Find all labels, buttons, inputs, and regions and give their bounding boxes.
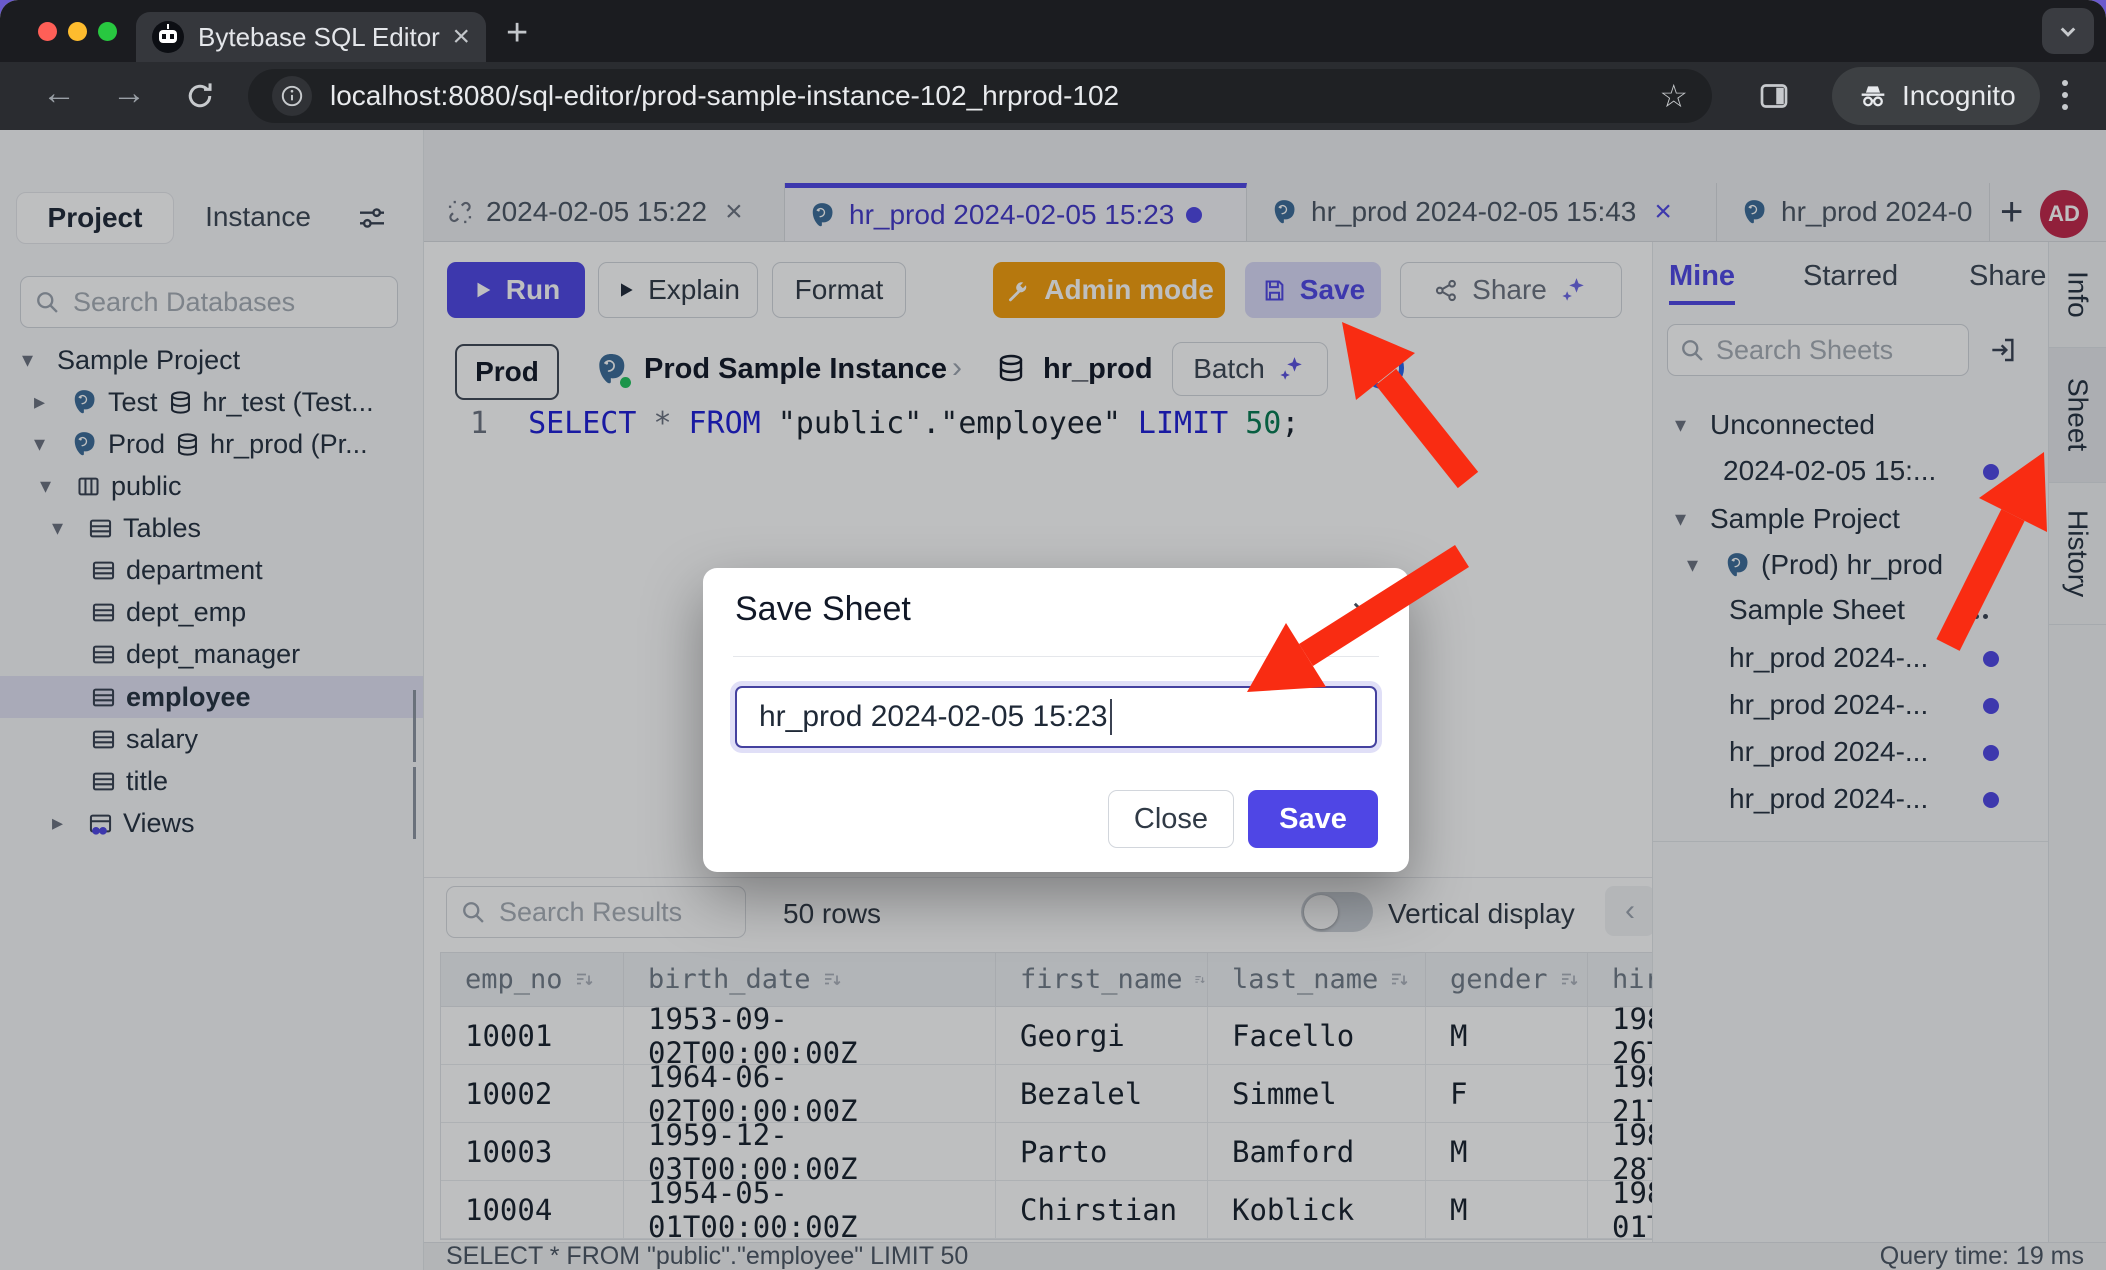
side-panel-icon[interactable] — [1756, 78, 1792, 114]
dialog-title: Save Sheet — [735, 590, 911, 629]
text-cursor — [1110, 699, 1112, 735]
window-close-button[interactable] — [38, 22, 57, 41]
app-window: Bytebase SQL Editor × + ← → localhost:80… — [0, 0, 2106, 1270]
dialog-close-button[interactable]: Close — [1108, 790, 1234, 848]
save-sheet-dialog: Save Sheet × hr_prod 2024-02-05 15:23 Cl… — [703, 568, 1409, 872]
back-button[interactable]: ← — [42, 74, 76, 113]
browser-menu-button[interactable] — [2062, 80, 2068, 116]
chevron-down-icon — [2053, 16, 2083, 46]
forward-button[interactable]: → — [112, 74, 146, 113]
sheet-name-input[interactable]: hr_prod 2024-02-05 15:23 — [735, 686, 1377, 748]
new-tab-button[interactable]: + — [506, 12, 528, 55]
incognito-badge: Incognito — [1832, 67, 2040, 125]
tab-search-chevron-button[interactable] — [2042, 8, 2094, 54]
tab-close-icon[interactable]: × — [452, 20, 470, 54]
window-minimize-button[interactable] — [68, 22, 87, 41]
dialog-divider — [733, 656, 1379, 657]
browser-tab-title: Bytebase SQL Editor — [198, 22, 452, 53]
window-zoom-button[interactable] — [98, 22, 117, 41]
site-info-icon[interactable] — [272, 76, 312, 116]
dialog-save-button[interactable]: Save — [1248, 790, 1378, 848]
bookmark-star-icon[interactable]: ☆ — [1659, 77, 1688, 115]
reload-button[interactable] — [182, 78, 218, 114]
incognito-label: Incognito — [1902, 80, 2016, 112]
bytebase-favicon-icon — [152, 21, 184, 53]
browser-tabstrip: Bytebase SQL Editor × + — [0, 0, 2106, 62]
url-text: localhost:8080/sql-editor/prod-sample-in… — [330, 80, 1659, 112]
url-bar[interactable]: localhost:8080/sql-editor/prod-sample-in… — [248, 69, 1712, 123]
dialog-close-icon[interactable]: × — [1351, 592, 1374, 632]
browser-toolbar: ← → localhost:8080/sql-editor/prod-sampl… — [0, 62, 2106, 130]
browser-tab[interactable]: Bytebase SQL Editor × — [136, 12, 486, 62]
incognito-icon — [1856, 79, 1890, 113]
